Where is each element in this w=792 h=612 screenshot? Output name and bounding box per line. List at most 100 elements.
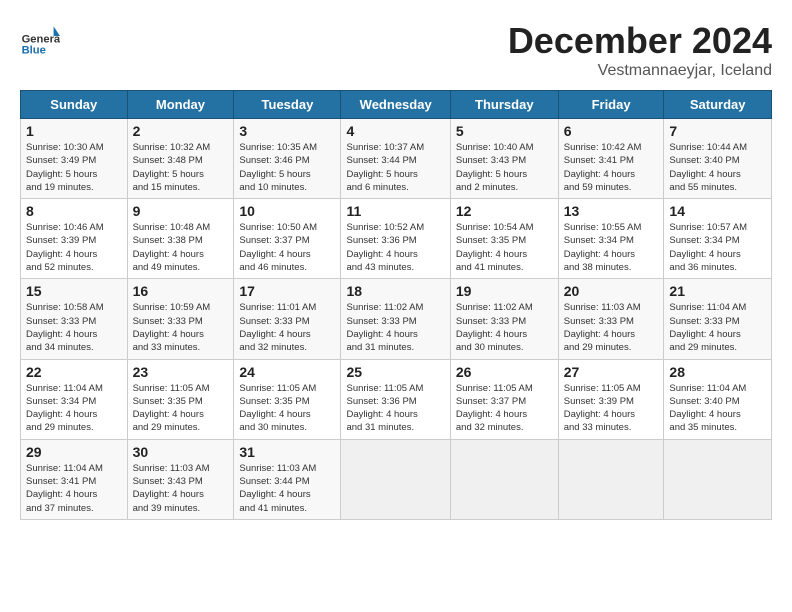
day-header-thursday: Thursday [450,91,558,119]
day-info: Sunrise: 10:30 AM Sunset: 3:49 PM Daylig… [26,141,122,194]
day-info: Sunrise: 11:02 AM Sunset: 3:33 PM Daylig… [346,301,444,354]
calendar-table: SundayMondayTuesdayWednesdayThursdayFrid… [20,90,772,520]
calendar-cell: 25 Sunrise: 11:05 AM Sunset: 3:36 PM Dayl… [341,359,450,439]
day-info: Sunrise: 10:58 AM Sunset: 3:33 PM Daylig… [26,301,122,354]
day-number: 1 [26,123,122,139]
day-info: Sunrise: 11:05 AM Sunset: 3:37 PM Daylig… [456,382,553,435]
day-header-saturday: Saturday [664,91,772,119]
logo: General Blue [20,20,65,60]
calendar-cell: 5 Sunrise: 10:40 AM Sunset: 3:43 PM Dayli… [450,119,558,199]
day-info: Sunrise: 10:40 AM Sunset: 3:43 PM Daylig… [456,141,553,194]
calendar-cell: 28Sunrise: 11:04 AM Sunset: 3:40 PM Dayl… [664,359,772,439]
day-number: 11 [346,203,444,219]
day-number: 24 [239,364,335,380]
day-header-wednesday: Wednesday [341,91,450,119]
day-number: 3 [239,123,335,139]
day-info: Sunrise: 10:42 AM Sunset: 3:41 PM Daylig… [564,141,659,194]
day-info: Sunrise: 10:57 AM Sunset: 3:34 PM Daylig… [669,221,766,274]
day-number: 26 [456,364,553,380]
day-info: Sunrise: 11:04 AM Sunset: 3:34 PM Daylig… [26,382,122,435]
day-info: Sunrise: 10:59 AM Sunset: 3:33 PM Daylig… [133,301,229,354]
calendar-cell: 4 Sunrise: 10:37 AM Sunset: 3:44 PM Dayli… [341,119,450,199]
calendar-header-row: SundayMondayTuesdayWednesdayThursdayFrid… [21,91,772,119]
day-number: 15 [26,283,122,299]
day-info: Sunrise: 11:05 AM Sunset: 3:36 PM Daylig… [346,382,444,435]
day-header-friday: Friday [558,91,664,119]
day-info: Sunrise: 11:05 AM Sunset: 3:39 PM Daylig… [564,382,659,435]
day-number: 25 [346,364,444,380]
day-info: Sunrise: 10:50 AM Sunset: 3:37 PM Daylig… [239,221,335,274]
calendar-cell: 21 Sunrise: 11:04 AM Sunset: 3:33 PM Dayl… [664,279,772,359]
calendar-cell: 30Sunrise: 11:03 AM Sunset: 3:43 PM Dayl… [127,439,234,519]
day-number: 9 [133,203,229,219]
title-section: December 2024 Vestmannaeyjar, Iceland [508,20,772,80]
calendar-cell: 20 Sunrise: 11:03 AM Sunset: 3:33 PM Dayl… [558,279,664,359]
day-number: 2 [133,123,229,139]
calendar-cell: 13Sunrise: 10:55 AM Sunset: 3:34 PM Dayl… [558,199,664,279]
day-info: Sunrise: 11:05 AM Sunset: 3:35 PM Daylig… [133,382,229,435]
day-number: 20 [564,283,659,299]
day-info: Sunrise: 11:02 AM Sunset: 3:33 PM Daylig… [456,301,553,354]
day-number: 17 [239,283,335,299]
calendar-cell: 23 Sunrise: 11:05 AM Sunset: 3:35 PM Dayl… [127,359,234,439]
day-info: Sunrise: 11:04 AM Sunset: 3:33 PM Daylig… [669,301,766,354]
day-number: 10 [239,203,335,219]
calendar-week-1: 1 Sunrise: 10:30 AM Sunset: 3:49 PM Dayli… [21,119,772,199]
day-info: Sunrise: 11:05 AM Sunset: 3:35 PM Daylig… [239,382,335,435]
day-number: 23 [133,364,229,380]
day-number: 28 [669,364,766,380]
day-number: 22 [26,364,122,380]
month-title: December 2024 [508,20,772,62]
calendar-cell [664,439,772,519]
day-number: 14 [669,203,766,219]
day-info: Sunrise: 11:03 AM Sunset: 3:33 PM Daylig… [564,301,659,354]
day-number: 30 [133,444,229,460]
calendar-cell: 6Sunrise: 10:42 AM Sunset: 3:41 PM Dayli… [558,119,664,199]
location-subtitle: Vestmannaeyjar, Iceland [508,62,772,80]
day-header-tuesday: Tuesday [234,91,341,119]
day-number: 16 [133,283,229,299]
day-info: Sunrise: 10:52 AM Sunset: 3:36 PM Daylig… [346,221,444,274]
calendar-cell: 18 Sunrise: 11:02 AM Sunset: 3:33 PM Dayl… [341,279,450,359]
day-info: Sunrise: 10:48 AM Sunset: 3:38 PM Daylig… [133,221,229,274]
day-info: Sunrise: 11:01 AM Sunset: 3:33 PM Daylig… [239,301,335,354]
logo-icon: General Blue [20,20,60,60]
calendar-body: 1 Sunrise: 10:30 AM Sunset: 3:49 PM Dayli… [21,119,772,520]
calendar-cell: 2Sunrise: 10:32 AM Sunset: 3:48 PM Dayli… [127,119,234,199]
day-number: 7 [669,123,766,139]
calendar-cell: 17 Sunrise: 11:01 AM Sunset: 3:33 PM Dayl… [234,279,341,359]
day-info: Sunrise: 10:44 AM Sunset: 3:40 PM Daylig… [669,141,766,194]
day-info: Sunrise: 10:35 AM Sunset: 3:46 PM Daylig… [239,141,335,194]
day-info: Sunrise: 10:37 AM Sunset: 3:44 PM Daylig… [346,141,444,194]
page-header: General Blue December 2024 Vestmannaeyja… [20,20,772,80]
calendar-cell: 9 Sunrise: 10:48 AM Sunset: 3:38 PM Dayli… [127,199,234,279]
day-number: 27 [564,364,659,380]
calendar-week-4: 22 Sunrise: 11:04 AM Sunset: 3:34 PM Dayl… [21,359,772,439]
day-number: 8 [26,203,122,219]
calendar-cell: 7 Sunrise: 10:44 AM Sunset: 3:40 PM Dayli… [664,119,772,199]
calendar-cell: 8Sunrise: 10:46 AM Sunset: 3:39 PM Dayli… [21,199,128,279]
calendar-cell: 22 Sunrise: 11:04 AM Sunset: 3:34 PM Dayl… [21,359,128,439]
calendar-cell: 19 Sunrise: 11:02 AM Sunset: 3:33 PM Dayl… [450,279,558,359]
day-number: 5 [456,123,553,139]
day-header-monday: Monday [127,91,234,119]
day-number: 19 [456,283,553,299]
svg-text:Blue: Blue [22,45,46,57]
day-number: 4 [346,123,444,139]
calendar-cell: 14 Sunrise: 10:57 AM Sunset: 3:34 PM Dayl… [664,199,772,279]
calendar-cell: 3 Sunrise: 10:35 AM Sunset: 3:46 PM Dayli… [234,119,341,199]
calendar-cell: 1 Sunrise: 10:30 AM Sunset: 3:49 PM Dayli… [21,119,128,199]
calendar-cell [341,439,450,519]
day-number: 18 [346,283,444,299]
calendar-cell: 10 Sunrise: 10:50 AM Sunset: 3:37 PM Dayl… [234,199,341,279]
calendar-cell: 16 Sunrise: 10:59 AM Sunset: 3:33 PM Dayl… [127,279,234,359]
calendar-cell [450,439,558,519]
calendar-cell: 29 Sunrise: 11:04 AM Sunset: 3:41 PM Dayl… [21,439,128,519]
calendar-cell: 26 Sunrise: 11:05 AM Sunset: 3:37 PM Dayl… [450,359,558,439]
day-info: Sunrise: 11:04 AM Sunset: 3:41 PM Daylig… [26,462,122,515]
day-header-sunday: Sunday [21,91,128,119]
calendar-cell: 15 Sunrise: 10:58 AM Sunset: 3:33 PM Dayl… [21,279,128,359]
day-number: 21 [669,283,766,299]
day-info: Sunrise: 11:03 AM Sunset: 3:44 PM Daylig… [239,462,335,515]
day-number: 29 [26,444,122,460]
